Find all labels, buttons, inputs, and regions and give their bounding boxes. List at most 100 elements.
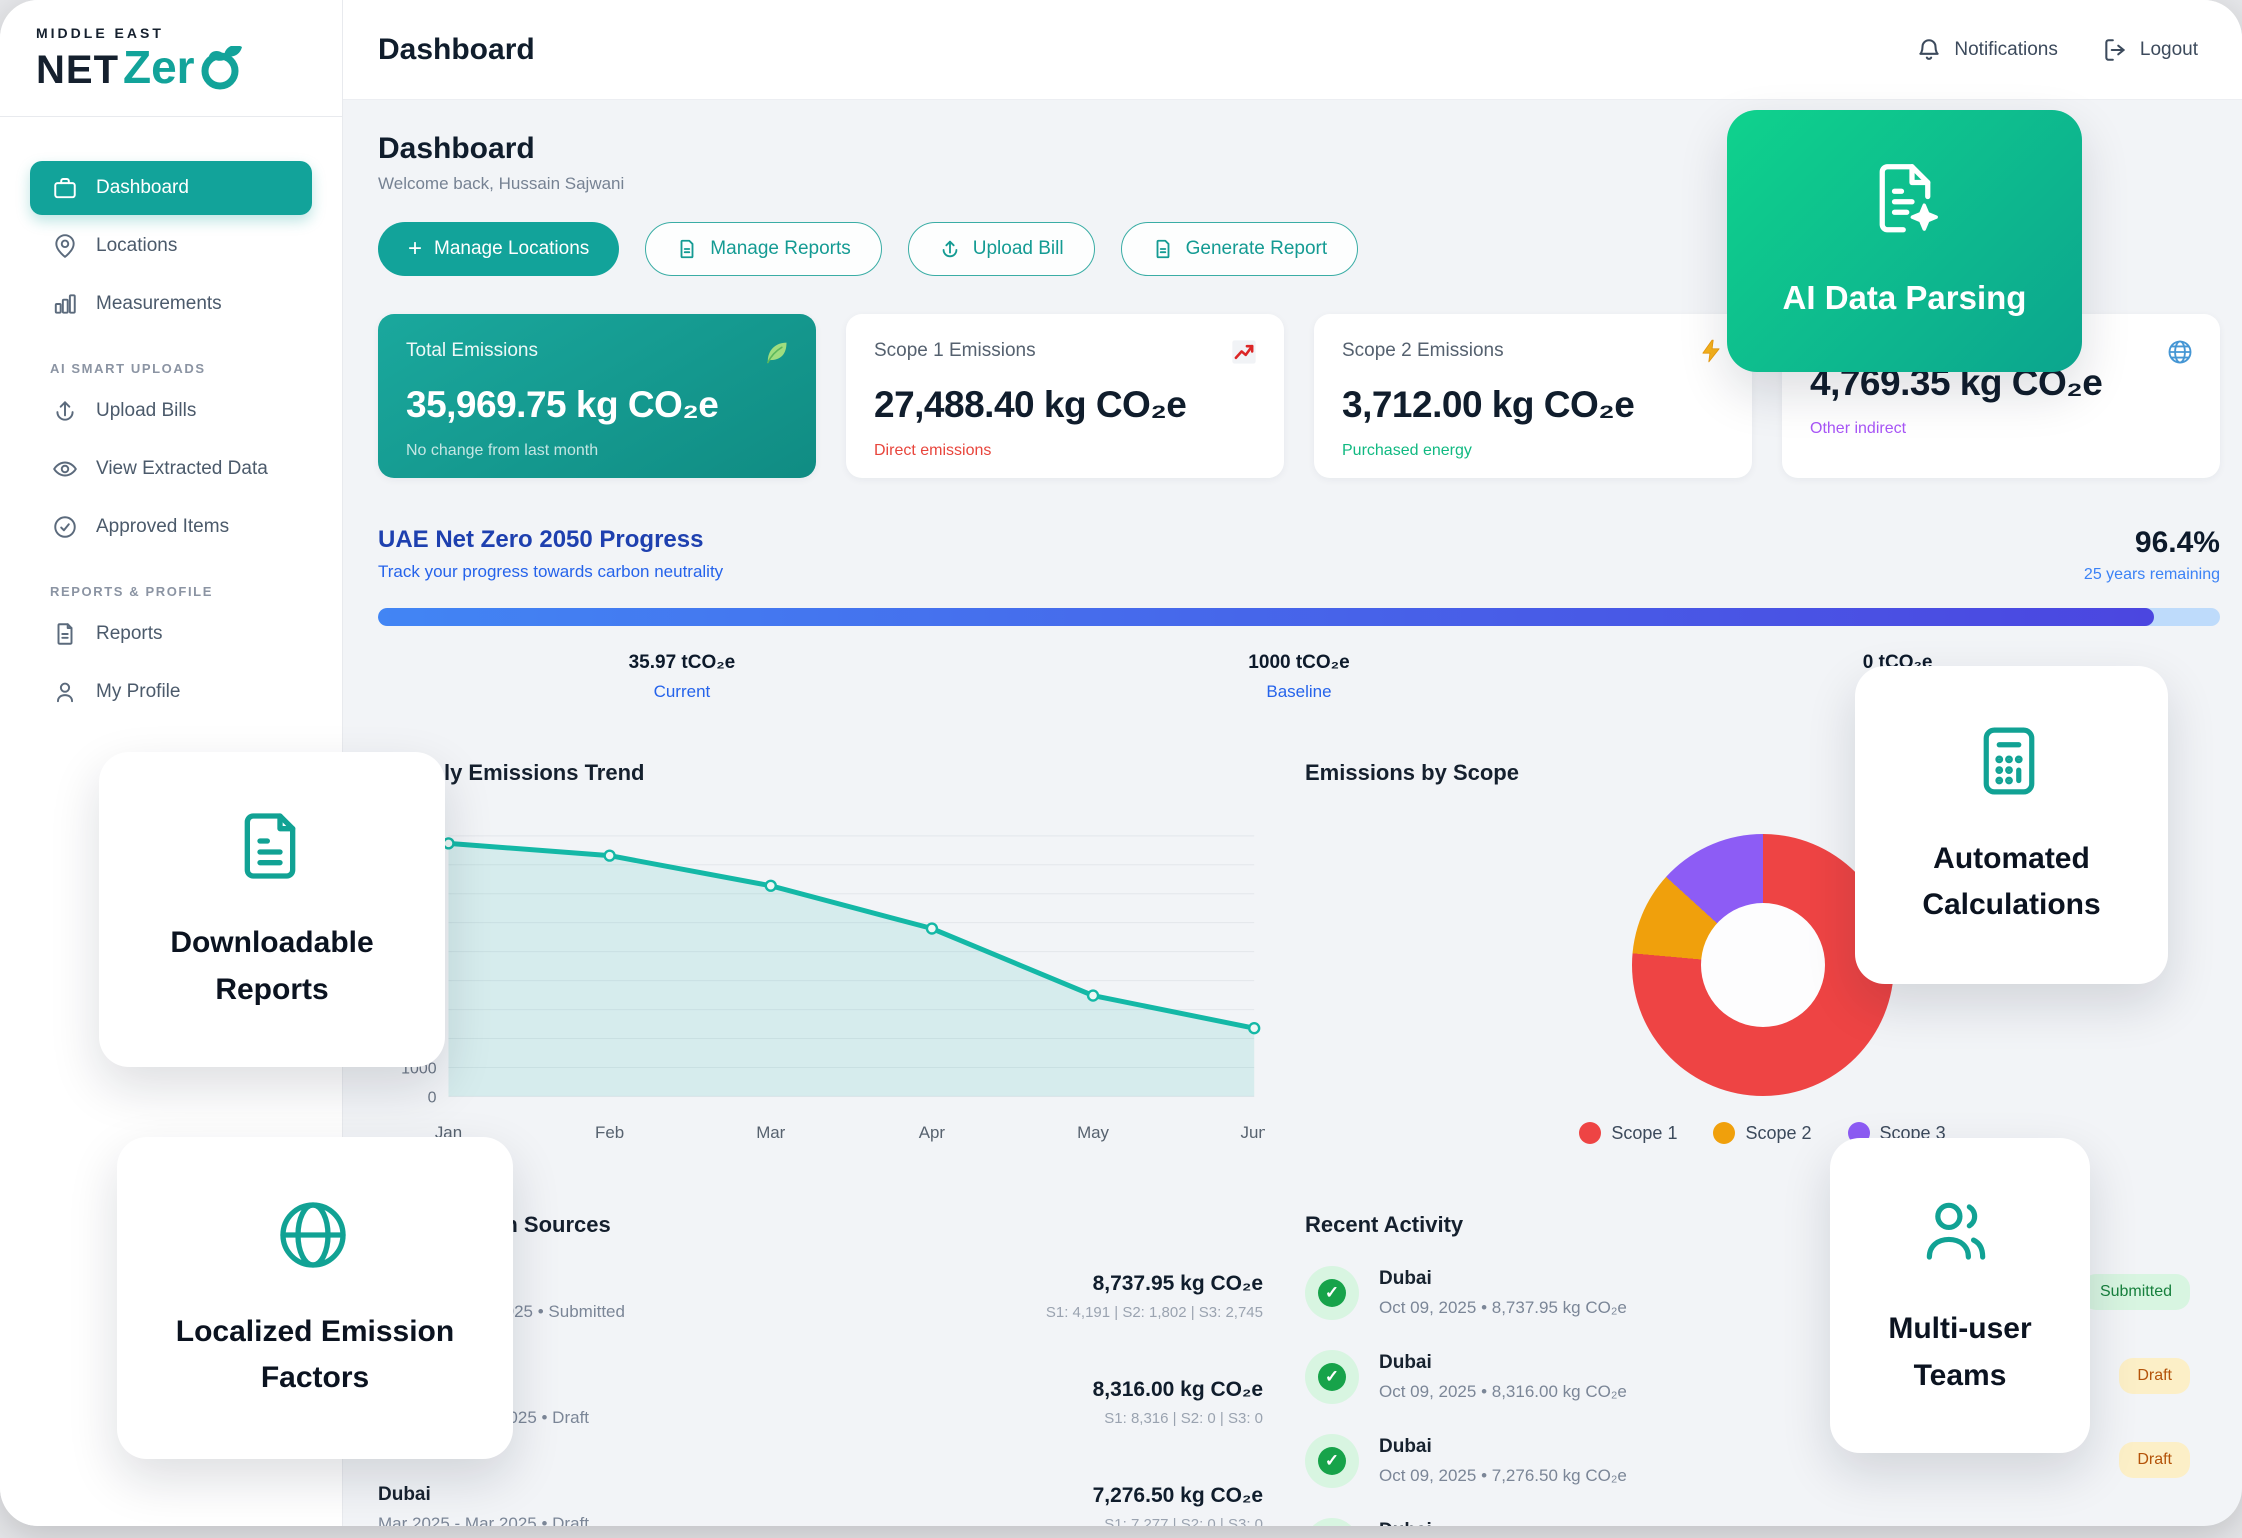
notifications-label: Notifications [1954, 39, 2058, 61]
notifications-button[interactable]: Notifications [1916, 37, 2058, 63]
sidebar-item-label: Measurements [96, 293, 222, 315]
marker-value: 1000 tCO₂e [1248, 652, 1349, 674]
feature-label: Multi-user Teams [1830, 1306, 2090, 1399]
leaf-o-logo-icon [197, 46, 243, 92]
check-circle-icon: ✓ [1305, 1518, 1359, 1526]
check-circle-icon [52, 514, 78, 540]
lightning-icon [1698, 338, 1726, 366]
bell-icon [1916, 37, 1942, 63]
emission-sources-title: Emission Sources [420, 1212, 1265, 1238]
top-bar: Dashboard Notifications Logout [342, 0, 2242, 100]
sidebar-nav: Dashboard Locations Measurements AI SMAR… [0, 117, 342, 719]
sidebar-item-approved-items[interactable]: Approved Items [30, 500, 312, 554]
feature-label: Automated Calculations [1855, 836, 2168, 929]
logout-icon [2102, 37, 2128, 63]
generate-report-button[interactable]: Generate Report [1121, 222, 1359, 276]
file-icon [676, 238, 698, 260]
sidebar-item-dashboard[interactable]: Dashboard [30, 161, 312, 215]
source-value: 7,276.50 kg CO₂e [1093, 1484, 1263, 1508]
feature-label: AI Data Parsing [1769, 272, 2041, 323]
sidebar-item-my-profile[interactable]: My Profile [30, 665, 312, 719]
svg-text:Apr: Apr [919, 1123, 946, 1142]
generate-report-label: Generate Report [1186, 238, 1328, 260]
stat-note: No change from last month [406, 442, 788, 460]
marker-value: 35.97 tCO₂e [629, 652, 736, 674]
source-value: 8,737.95 kg CO₂e [1046, 1272, 1263, 1296]
source-breakdown: S1: 8,316 | S2: 0 | S3: 0 [1093, 1410, 1263, 1427]
document-sparkle-icon [1863, 158, 1947, 242]
sidebar-item-upload-bills[interactable]: Upload Bills [30, 384, 312, 438]
manage-reports-button[interactable]: Manage Reports [645, 222, 881, 276]
legend-label: Scope 1 [1611, 1123, 1677, 1144]
user-icon [52, 679, 78, 705]
sidebar-section-reports-profile: REPORTS & PROFILE [50, 584, 342, 599]
file-icon [52, 621, 78, 647]
stat-note: Direct emissions [874, 442, 1256, 460]
source-meta: Mar 2025 - Mar 2025 • Draft [378, 1514, 589, 1526]
legend-item: Scope 2 [1713, 1122, 1811, 1144]
legend-dot [1713, 1122, 1735, 1144]
emission-source-row: Dubai Mar 2025 - Mar 2025 • Draft 7,276.… [378, 1484, 1265, 1526]
stat-title: Scope 1 Emissions [874, 340, 1256, 362]
manage-reports-label: Manage Reports [710, 238, 850, 260]
legend-dot [1579, 1122, 1601, 1144]
sidebar-item-view-extracted-data[interactable]: View Extracted Data [30, 442, 312, 496]
sidebar-item-label: Locations [96, 235, 177, 257]
status-badge: Draft [2119, 1442, 2190, 1478]
sidebar-item-measurements[interactable]: Measurements [30, 277, 312, 331]
eye-icon [52, 456, 78, 482]
progress-subtitle: Track your progress towards carbon neutr… [378, 562, 723, 582]
sidebar-item-label: My Profile [96, 681, 180, 703]
brand-middle-east: MIDDLE EAST [36, 26, 243, 40]
feature-card-ai-data-parsing: AI Data Parsing [1727, 110, 2082, 372]
stat-note: Purchased energy [1342, 442, 1724, 460]
sidebar-item-locations[interactable]: Locations [30, 219, 312, 273]
marker-label: Baseline [1248, 682, 1349, 702]
document-icon [230, 806, 314, 890]
svg-text:0: 0 [428, 1089, 437, 1106]
plus-icon: + [408, 237, 422, 261]
sidebar-item-reports[interactable]: Reports [30, 607, 312, 661]
manage-locations-button[interactable]: + Manage Locations [378, 222, 619, 276]
upload-bill-label: Upload Bill [973, 238, 1064, 260]
check-circle-icon: ✓ [1305, 1266, 1359, 1320]
brand-net: NET [36, 50, 119, 90]
upload-icon [939, 238, 961, 260]
logout-button[interactable]: Logout [2102, 37, 2198, 63]
sidebar-item-label: Approved Items [96, 516, 229, 538]
map-pin-icon [52, 233, 78, 259]
stat-note: Other indirect [1810, 420, 2192, 438]
emissions-trend-chart: 0100020003000400050006000700080009000 Ja… [378, 802, 1265, 1178]
progress-percent: 96.4% [2084, 526, 2220, 560]
trend-chart-title: Monthly Emissions Trend [378, 760, 1265, 786]
source-breakdown: S1: 4,191 | S2: 1,802 | S3: 2,745 [1046, 1304, 1263, 1321]
svg-text:Mar: Mar [756, 1123, 785, 1142]
globe-icon [273, 1195, 357, 1279]
svg-text:Feb: Feb [595, 1123, 624, 1142]
sidebar-section-ai-uploads: AI SMART UPLOADS [50, 361, 342, 376]
bar-chart-icon [52, 291, 78, 317]
globe-icon [2166, 338, 2194, 366]
progress-bar-track [378, 608, 2220, 626]
upload-bill-button[interactable]: Upload Bill [908, 222, 1095, 276]
scope2-emissions-card: Scope 2 Emissions 3,712.00 kg CO₂e Purch… [1314, 314, 1752, 478]
status-badge: Draft [2119, 1358, 2190, 1394]
marker-label: Current [629, 682, 736, 702]
brand-zer: Zer [123, 44, 195, 90]
stat-title: Total Emissions [406, 340, 788, 362]
activity-row: ✓ Dubai Oct 09, 2025 • 5,797.50 kg CO₂e … [1305, 1518, 2220, 1526]
calculator-icon [1970, 722, 2054, 806]
briefcase-icon [52, 175, 78, 201]
feature-label: Downloadable Reports [99, 920, 445, 1013]
sidebar-item-label: Reports [96, 623, 163, 645]
legend-item: Scope 1 [1579, 1122, 1677, 1144]
progress-marker-baseline: 1000 tCO₂e Baseline [1248, 652, 1349, 702]
sidebar-item-label: Upload Bills [96, 400, 196, 422]
activity-name: Dubai [1379, 1520, 2119, 1526]
source-breakdown: S1: 7,277 | S2: 0 | S3: 0 [1093, 1516, 1263, 1526]
source-value: 8,316.00 kg CO₂e [1093, 1378, 1263, 1402]
sidebar-item-label: Dashboard [96, 177, 189, 199]
topbar-title: Dashboard [378, 33, 535, 67]
status-badge: Submitted [2082, 1274, 2190, 1310]
app-window: MIDDLE EAST NET Zer [0, 0, 2242, 1526]
